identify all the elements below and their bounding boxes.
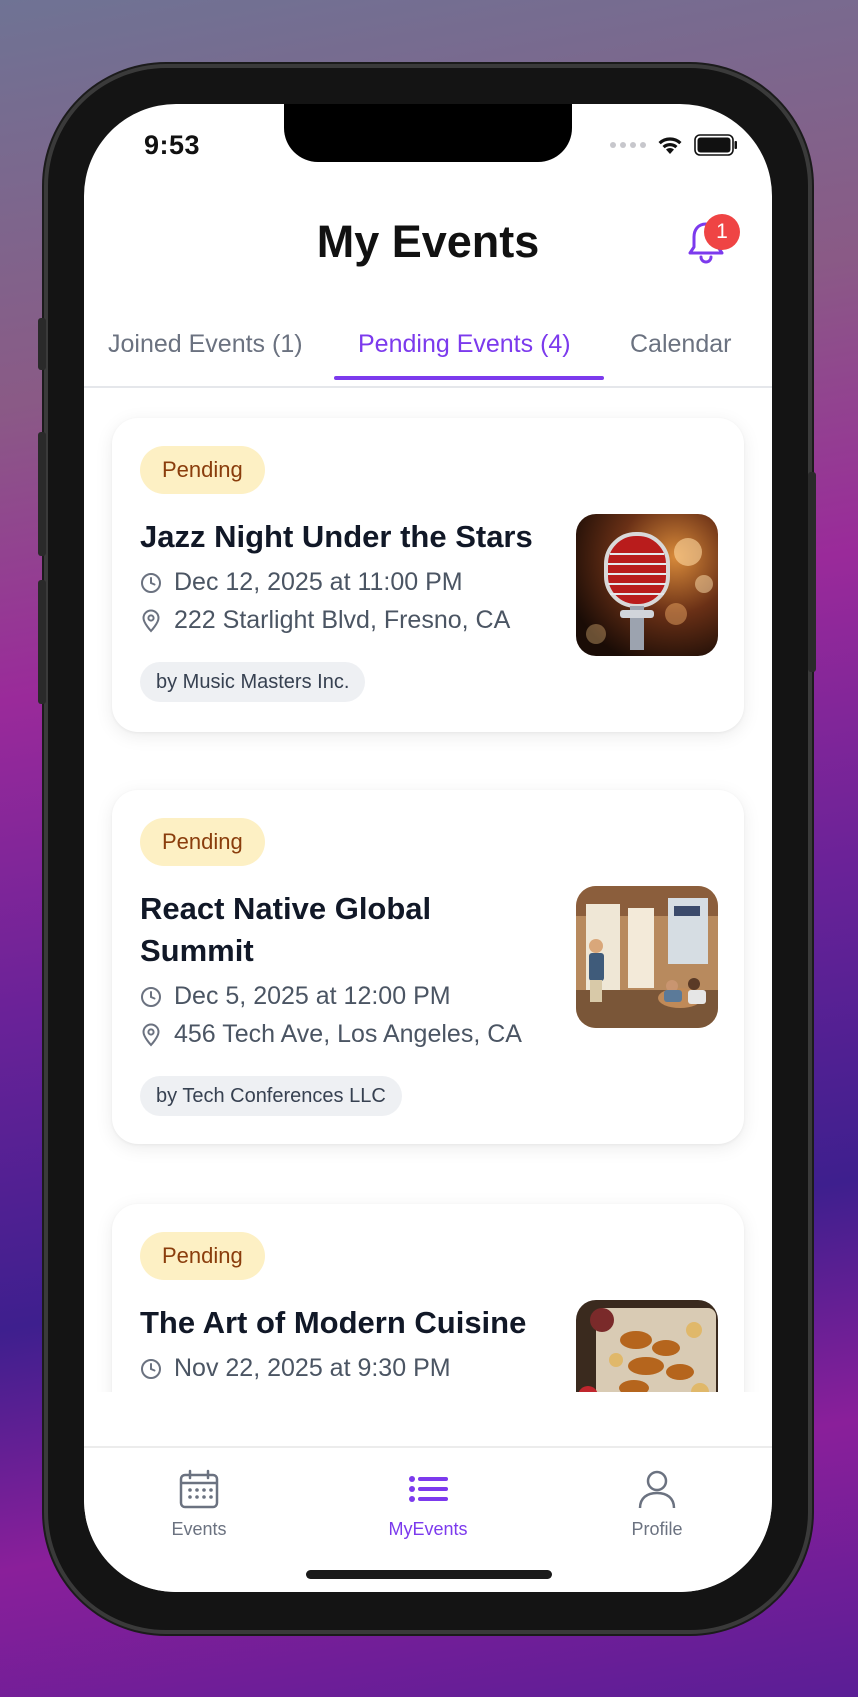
tab-calendar[interactable]: Calendar — [630, 330, 731, 359]
event-datetime: Dec 5, 2025 at 12:00 PM — [140, 982, 451, 1011]
organizer-tag: by Music Masters Inc. — [140, 662, 366, 702]
organizer-tag: by Tech Conferences LLC — [140, 1076, 402, 1116]
nav-myevents[interactable]: MyEvents — [358, 1468, 498, 1540]
event-title: React Native Global Summit — [140, 891, 432, 968]
battery-icon — [694, 134, 737, 156]
tab-pending-events[interactable]: Pending Events (4) — [358, 330, 571, 359]
event-date-text: Nov 22, 2025 at 9:30 PM — [174, 1354, 451, 1382]
cellular-signal-icon — [610, 142, 646, 148]
phone-screen: 9:53 My Events 1 Joined Events (1) Pendi… — [84, 104, 772, 1592]
volume-down-button — [38, 580, 46, 704]
nav-profile[interactable]: Profile — [587, 1468, 727, 1540]
volume-up-button — [38, 432, 46, 556]
status-badge: Pending — [140, 818, 265, 866]
clock-icon — [141, 572, 161, 593]
active-tab-indicator — [334, 376, 604, 380]
clock-icon — [141, 986, 161, 1007]
event-list[interactable]: Pending Jazz Night Under the Stars Dec 1… — [84, 390, 772, 1392]
event-location: 456 Tech Ave, Los Angeles, CA — [140, 1020, 522, 1049]
nav-profile-label: Profile — [631, 1519, 683, 1539]
event-date-text: Dec 5, 2025 at 12:00 PM — [174, 982, 451, 1010]
event-card[interactable]: Pending Jazz Night Under the Stars Dec 1… — [112, 418, 744, 732]
event-card[interactable]: Pending React Native Global Summit Dec 5… — [112, 790, 744, 1144]
nav-events-label: Events — [171, 1519, 227, 1539]
notification-badge: 1 — [704, 214, 740, 250]
event-image-cuisine — [576, 1300, 718, 1392]
event-location-text: 222 Starlight Blvd, Fresno, CA — [174, 606, 511, 634]
calendar-icon — [179, 1469, 219, 1509]
nav-events[interactable]: Events — [129, 1468, 269, 1540]
event-location-text: 456 Tech Ave, Los Angeles, CA — [174, 1020, 522, 1048]
notch — [284, 104, 572, 162]
status-time: 9:53 — [144, 130, 201, 160]
wifi-icon — [658, 137, 682, 154]
event-datetime: Dec 12, 2025 at 11:00 PM — [140, 568, 463, 597]
list-icon — [409, 1476, 448, 1502]
location-pin-icon — [142, 609, 160, 632]
power-button — [808, 472, 816, 672]
event-image-microphone — [576, 514, 718, 656]
event-image-conference — [576, 886, 718, 1028]
event-date-text: Dec 12, 2025 at 11:00 PM — [174, 568, 463, 596]
event-title: Jazz Night Under the Stars — [140, 519, 533, 554]
user-icon — [638, 1470, 676, 1509]
event-card[interactable]: Pending The Art of Modern Cuisine Nov 22… — [112, 1204, 744, 1392]
event-location: 222 Starlight Blvd, Fresno, CA — [140, 606, 510, 635]
status-badge: Pending — [140, 1232, 265, 1280]
location-pin-icon — [142, 1023, 160, 1046]
status-icons — [610, 134, 738, 156]
page-title: My Events — [316, 216, 540, 267]
nav-myevents-label: MyEvents — [388, 1519, 468, 1539]
status-badge: Pending — [140, 446, 265, 494]
home-indicator — [306, 1570, 552, 1579]
silent-switch — [38, 318, 46, 370]
event-datetime: Nov 22, 2025 at 9:30 PM — [140, 1354, 451, 1383]
event-title: The Art of Modern Cuisine — [140, 1305, 527, 1340]
tab-joined-events[interactable]: Joined Events (1) — [108, 330, 303, 359]
clock-icon — [141, 1358, 161, 1379]
